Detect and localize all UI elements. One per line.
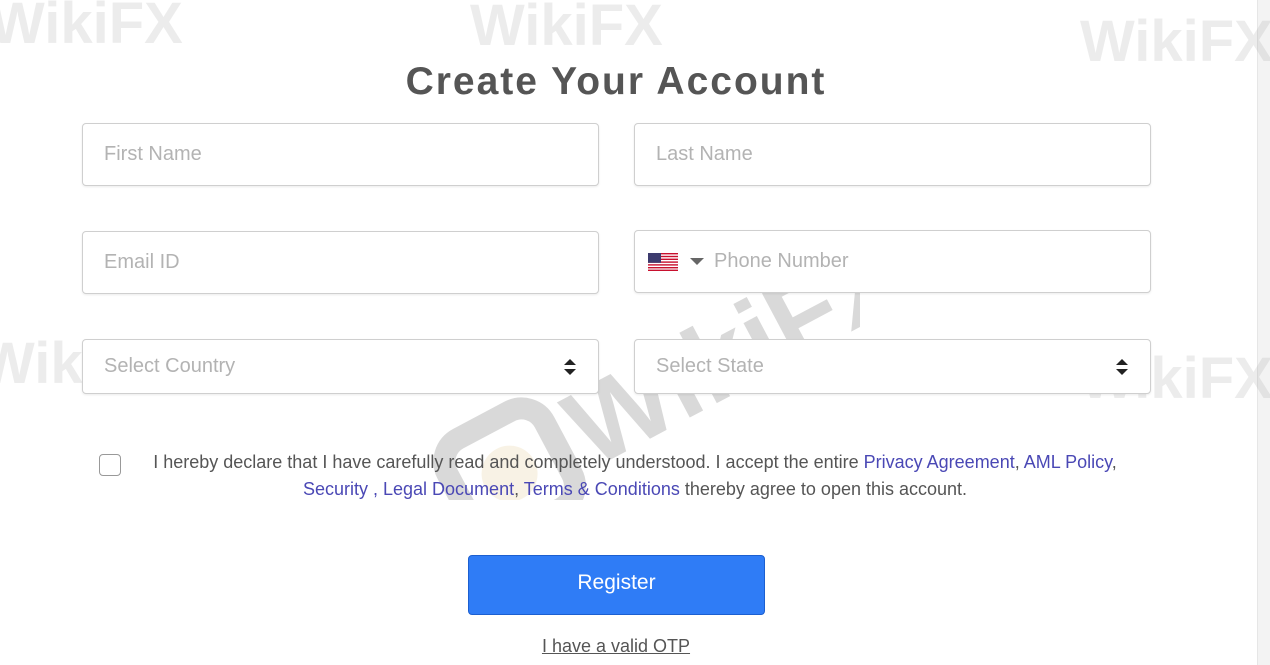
agree-checkbox[interactable] [99,454,121,476]
email-field[interactable] [82,231,599,294]
watermark: WikiFX [0,0,183,56]
country-select-value: Select Country [104,355,236,377]
state-select-value: Select State [656,355,764,377]
first-name-field[interactable] [82,123,599,186]
legal-document-link[interactable]: Legal Document [383,479,514,499]
register-page: WikiFX WikiFX WikiFX WikiFX WikiFX WikiF… [0,0,1270,665]
register-button[interactable]: Register [468,555,765,615]
declaration-text: I hereby declare that I have carefully r… [150,449,1120,503]
select-arrows-icon [1116,358,1128,375]
separator: , [1014,452,1024,472]
otp-link[interactable]: I have a valid OTP [0,636,1232,657]
phone-field[interactable] [634,230,1151,293]
security-link[interactable]: Security , [303,479,378,499]
declaration-part: I hereby declare that I have carefully r… [153,452,864,472]
separator: , [1111,452,1117,472]
last-name-field[interactable] [634,123,1151,186]
country-select[interactable]: Select Country [82,339,599,394]
state-select[interactable]: Select State [634,339,1151,394]
phone-number-input[interactable] [704,231,1150,292]
aml-policy-link[interactable]: AML Policy [1024,452,1112,472]
first-name-input[interactable] [83,124,598,185]
separator: , [514,479,524,499]
scrollbar-track[interactable] [1257,0,1270,665]
terms-conditions-link[interactable]: Terms & Conditions [524,479,680,499]
privacy-agreement-link[interactable]: Privacy Agreement [864,452,1015,472]
us-flag-icon[interactable] [648,252,678,271]
declaration-part: thereby agree to open this account. [679,479,968,499]
page-title: Create Your Account [405,60,827,104]
watermark: WikiFX [470,0,663,58]
select-arrows-icon [564,358,576,375]
chevron-down-icon[interactable] [690,258,704,265]
last-name-input[interactable] [635,124,1150,185]
email-input[interactable] [83,232,598,293]
